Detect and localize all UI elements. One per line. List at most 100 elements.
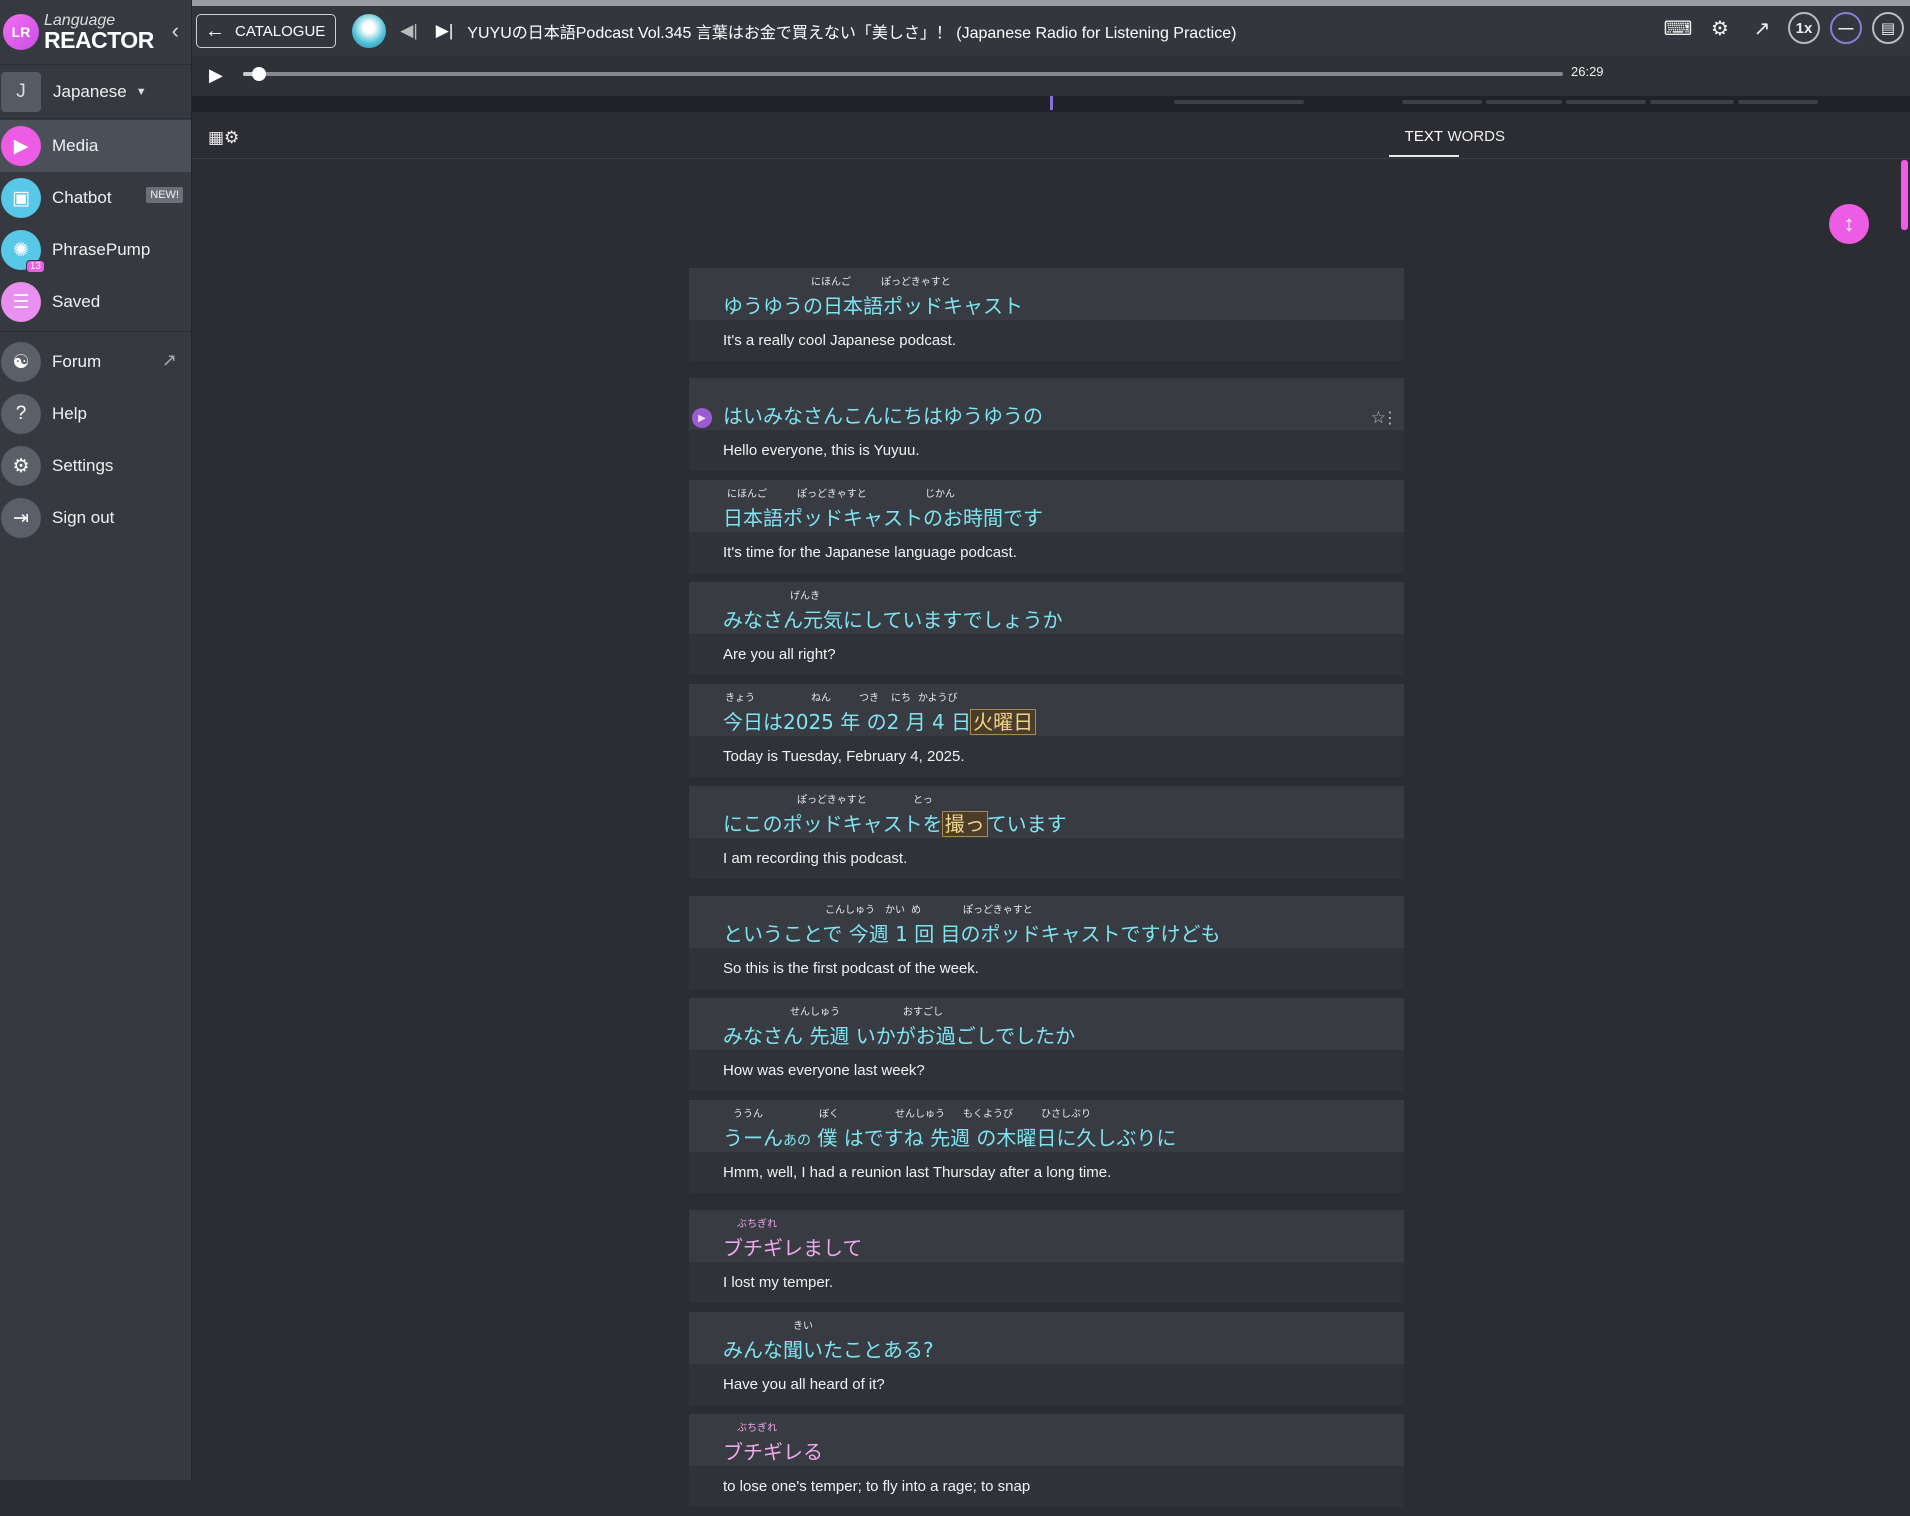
furigana: おすごし bbox=[903, 1007, 943, 1018]
japanese-line[interactable]: ううん ぼく せんしゅう もくようび ひさしぶり うーんあの 僕 はですね 先週 の木曜日… bbox=[689, 1100, 1404, 1152]
new-badge: NEW! bbox=[146, 187, 183, 203]
furigana: げんき bbox=[790, 591, 820, 602]
share-icon[interactable]: ↗ bbox=[1746, 12, 1778, 44]
transcript-line[interactable]: にほんご ぽっどきゃすと じかん 日本語ポッドキャストのお時間です It's time … bbox=[689, 480, 1404, 573]
transcript-line[interactable]: にほんご ぽっどきゃすと ゆうゆうの日本語ポッドキャスト It's a really … bbox=[689, 268, 1404, 361]
play-icon[interactable]: ▶ bbox=[209, 65, 223, 86]
sidebar-item-settings[interactable]: ⚙ Settings bbox=[0, 440, 191, 492]
transcript-line[interactable]: げんき みなさん元気にしていますでしょうか Are you all right? bbox=[689, 582, 1404, 675]
japanese-line[interactable]: きょう ねん つき にち かようび 今日は2025 年 の2 月 4 日火曜日 bbox=[689, 684, 1404, 736]
player-topbar: ← CATALOGUE ◀| ▶| YUYUの日本語Podcast Vol.34… bbox=[192, 0, 1910, 56]
japanese-text: 日本語ポッドキャストのお時間です bbox=[723, 506, 1043, 530]
language-selector[interactable]: J Japanese ▼ bbox=[0, 64, 191, 119]
english-translation: It's time for the Japanese language podc… bbox=[689, 532, 1404, 573]
japanese-text: ということで 今週 1 回 目のポッドキャストですけども bbox=[723, 922, 1221, 946]
japanese-word[interactable]: うーん bbox=[723, 1126, 783, 1150]
tab-words[interactable]: WORDS bbox=[1448, 128, 1506, 145]
japanese-line[interactable]: げんき みなさん元気にしていますでしょうか bbox=[689, 582, 1404, 634]
transcript-line[interactable]: ぽっどきゃすと とっ にこのポッドキャストを 撮っ ています I am recording… bbox=[689, 786, 1404, 879]
japanese-word[interactable]: ています bbox=[987, 812, 1067, 836]
furigana: ぶちぎれ bbox=[737, 1219, 778, 1230]
layout-settings-icon[interactable]: ▦⚙ bbox=[208, 128, 239, 148]
sidebar-item-chatbot[interactable]: ▣ Chatbot NEW! bbox=[0, 172, 191, 224]
furigana-row: げんき bbox=[723, 592, 1370, 606]
sidebar-nav: ▶ Media ▣ Chatbot NEW! ✺ 13 PhrasePump ☰… bbox=[0, 120, 191, 544]
sidebar-item-saved[interactable]: ☰ Saved bbox=[0, 276, 191, 328]
next-icon[interactable]: ▶| bbox=[436, 21, 454, 41]
japanese-word[interactable]: にこのポッドキャストを bbox=[723, 812, 943, 836]
keyboard-icon[interactable]: ⌨ bbox=[1662, 12, 1694, 44]
highlighted-word[interactable]: 撮っ bbox=[941, 811, 988, 837]
catalogue-button[interactable]: ← CATALOGUE bbox=[196, 14, 337, 48]
japanese-line[interactable]: ぽっどきゃすと とっ にこのポッドキャストを 撮っ ています bbox=[689, 786, 1404, 838]
japanese-text: ゆうゆうの日本語ポッドキャスト bbox=[723, 294, 1023, 318]
japanese-text: にこのポッドキャストを 撮っ ています bbox=[723, 811, 1370, 837]
active-tab-indicator bbox=[1389, 155, 1459, 157]
playback-bar: ▶ 26:29 bbox=[192, 56, 1910, 98]
duration: 26:29 bbox=[1571, 64, 1604, 79]
segment bbox=[1486, 100, 1562, 104]
english-translation: Are you all right? bbox=[689, 634, 1404, 675]
channel-avatar[interactable] bbox=[352, 14, 387, 48]
transcript-line[interactable]: こんしゅう かいめ ぽっどきゃすと ということで 今週 1 回 目のポッドキャストです… bbox=[689, 896, 1404, 989]
japanese-line[interactable]: ぶちぎれ ブチギレまして bbox=[689, 1210, 1404, 1262]
collapse-sidebar-icon[interactable]: ‹ bbox=[172, 18, 179, 44]
logo-line2: REACTOR bbox=[44, 26, 154, 53]
caret-down-icon: ▼ bbox=[135, 85, 147, 98]
furigana: ぽっどきゃすと bbox=[881, 277, 951, 288]
english-translation: So this is the first podcast of the week… bbox=[689, 948, 1404, 989]
japanese-line[interactable]: ぶちぎれ ブチギレる bbox=[689, 1414, 1404, 1466]
segment bbox=[1174, 100, 1304, 104]
previous-icon[interactable]: ◀| bbox=[400, 21, 418, 41]
english-translation: I am recording this podcast. bbox=[689, 838, 1404, 879]
furigana: つき bbox=[859, 693, 879, 704]
japanese-text: うーんあの 僕 はですね 先週 の木曜日に久しぶりに bbox=[723, 1128, 1370, 1148]
japanese-word[interactable]: あの bbox=[783, 1133, 811, 1149]
sidebar-item-forum[interactable]: ☯ Forum ↗ bbox=[0, 336, 191, 388]
sidebar-item-label: Help bbox=[52, 404, 87, 423]
furigana: ぶちぎれ bbox=[737, 1423, 778, 1434]
play-line-icon[interactable]: ▶ bbox=[692, 408, 712, 428]
sidebar-item-help[interactable]: ? Help bbox=[0, 388, 191, 440]
sidebar-item-signout[interactable]: ⇥ Sign out bbox=[0, 492, 191, 544]
japanese-word[interactable]: 僕 はですね 先週 の木曜日に久しぶりに bbox=[811, 1126, 1176, 1150]
language-initial: J bbox=[1, 71, 41, 112]
japanese-line[interactable]: はいみなさんこんにちはゆうゆうの bbox=[689, 378, 1404, 430]
transcript-line[interactable]: せんしゅう おすごし みなさん 先週 いかがお過ごしでしたか How was ever… bbox=[689, 998, 1404, 1091]
japanese-line[interactable]: せんしゅう おすごし みなさん 先週 いかがお過ごしでしたか bbox=[689, 998, 1404, 1050]
furigana: ぽっどきゃすと bbox=[963, 905, 1033, 916]
japanese-word[interactable]: 今日は2025 年 の2 月 4 日 bbox=[723, 710, 971, 734]
highlighted-word[interactable]: 火曜日 bbox=[970, 709, 1037, 735]
sidebar-item-phrasepump[interactable]: ✺ 13 PhrasePump bbox=[0, 224, 191, 276]
tab-text[interactable]: TEXT bbox=[1405, 128, 1443, 145]
furigana-row: きい bbox=[723, 1322, 1370, 1336]
more-options-icon[interactable]: ⋮ bbox=[1382, 408, 1398, 428]
gear-icon[interactable]: ⚙ bbox=[1704, 12, 1736, 44]
progress-thumb[interactable] bbox=[252, 67, 267, 81]
transcript-line[interactable]: きい みんな聞いたことある? Have you all heard of it? bbox=[689, 1312, 1404, 1405]
japanese-line[interactable]: きい みんな聞いたことある? bbox=[689, 1312, 1404, 1364]
transcript-line[interactable]: ぶちぎれ ブチギレまして I lost my temper. bbox=[689, 1210, 1404, 1303]
sidebar: LR Language REACTOR ‹ J Japanese ▼ ▶ Med… bbox=[0, 0, 192, 1480]
figure-icon: ☯ bbox=[1, 342, 41, 382]
furigana-row: ぽっどきゃすと とっ bbox=[723, 796, 1370, 810]
japanese-line[interactable]: こんしゅう かいめ ぽっどきゃすと ということで 今週 1 回 目のポッドキャストです… bbox=[689, 896, 1404, 948]
transcript-line[interactable]: ぶちぎれ ブチギレる to lose one's temper; to fly in… bbox=[689, 1414, 1404, 1507]
minimize-icon[interactable]: — bbox=[1830, 12, 1862, 44]
transcript-line[interactable]: はいみなさんこんにちはゆうゆうの Hello everyone, this is … bbox=[689, 378, 1404, 471]
speed-button[interactable]: 1x bbox=[1788, 12, 1820, 44]
logo[interactable]: LR Language REACTOR ‹ bbox=[0, 0, 191, 64]
japanese-line[interactable]: にほんご ぽっどきゃすと じかん 日本語ポッドキャストのお時間です bbox=[689, 480, 1404, 532]
furigana: きょう bbox=[725, 693, 755, 704]
japanese-line[interactable]: にほんご ぽっどきゃすと ゆうゆうの日本語ポッドキャスト bbox=[689, 268, 1404, 320]
sidebar-item-label: Media bbox=[52, 136, 99, 155]
sidebar-item-media[interactable]: ▶ Media bbox=[0, 120, 191, 172]
progress-track[interactable] bbox=[243, 67, 1563, 81]
subtitles-icon[interactable]: ▤ bbox=[1872, 12, 1904, 44]
sync-scroll-button[interactable]: ↕ bbox=[1829, 204, 1869, 244]
transcript-line[interactable]: ううん ぼく せんしゅう もくようび ひさしぶり うーんあの 僕 はですね 先週 の木曜日… bbox=[689, 1100, 1404, 1193]
english-translation: Have you all heard of it? bbox=[689, 1364, 1404, 1405]
transcript-line[interactable]: きょう ねん つき にち かようび 今日は2025 年 の2 月 4 日火曜日 Today … bbox=[689, 684, 1404, 777]
furigana: きい bbox=[793, 1321, 813, 1332]
scrollbar-thumb[interactable] bbox=[1901, 160, 1908, 230]
